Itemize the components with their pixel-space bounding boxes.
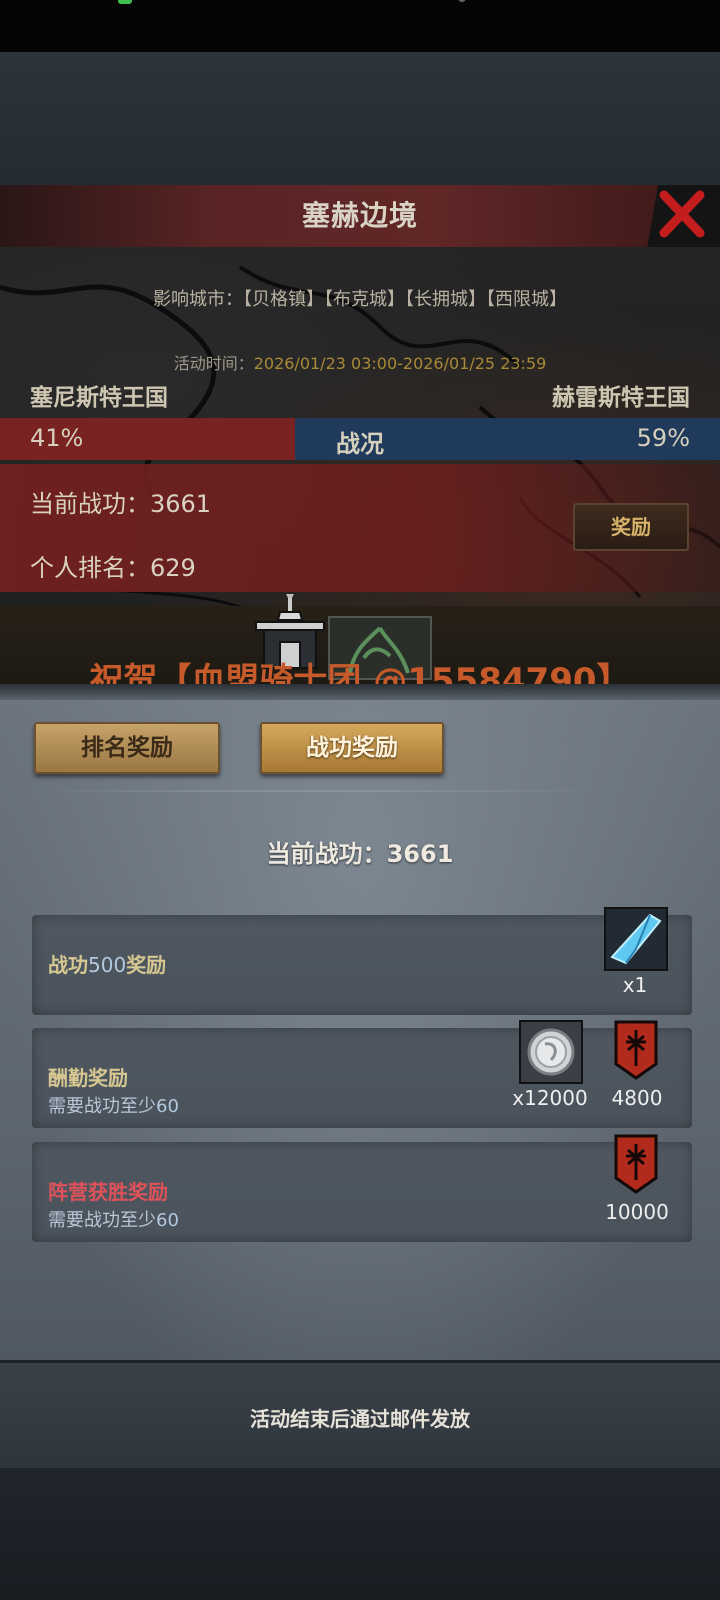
war-status-label: 战况 — [336, 430, 384, 458]
tab-merit-rewards[interactable]: 战功奖励 — [260, 722, 444, 774]
status-dot-icon — [458, 0, 466, 2]
requirement-prefix: 需要战功至少 — [48, 1096, 156, 1117]
event-time-value: 2026/01/23 03:00-2026/01/25 23:59 — [253, 354, 547, 373]
reward-row-title: 阵营获胜奖励 — [48, 1180, 168, 1204]
war-right-percent: 59% — [636, 424, 690, 452]
affected-cities: 影响城市：【贝格镇】【布克城】【长拥城】【西限城】 — [153, 289, 567, 310]
bottom-backdrop — [0, 1468, 720, 1600]
requirement-number: 60 — [156, 1096, 179, 1117]
item-count: 4800 — [611, 1086, 663, 1110]
reward-panel-edge — [0, 684, 720, 700]
tab-rank-rewards[interactable]: 排名奖励 — [34, 722, 220, 774]
close-button[interactable] — [640, 185, 720, 247]
reward-row-title: 酬勤奖励 — [48, 1066, 128, 1090]
reward-title-prefix: 战功 — [48, 953, 88, 977]
item-count: x12000 — [512, 1086, 588, 1110]
war-left-percent: 41% — [30, 424, 84, 452]
silver-coin-icon[interactable] — [519, 1020, 583, 1084]
reward-title-suffix: 奖励 — [126, 953, 167, 977]
divider — [40, 790, 600, 792]
status-bar — [0, 0, 720, 52]
red-banner-icon[interactable] — [614, 1134, 658, 1194]
reward-row-title: 战功500奖励 — [48, 949, 166, 978]
footer-note: 活动结束后通过邮件发放 — [250, 1407, 470, 1431]
reward-row-diligence: 酬勤奖励 需要战功至少60 x12000 4800 — [32, 1020, 692, 1128]
red-banner-icon[interactable] — [614, 1020, 658, 1080]
reward-button[interactable]: 奖励 — [573, 503, 689, 551]
item-count: x1 — [622, 973, 648, 997]
reward-row-requirement: 需要战功至少60 — [48, 1206, 179, 1232]
item-count: 10000 — [605, 1200, 669, 1224]
requirement-prefix: 需要战功至少 — [48, 1210, 156, 1231]
victory-banner-text: 祝贺【血盟骑士团 @15584790】 — [89, 661, 631, 686]
faction-left-name: 塞尼斯特王国 — [30, 385, 168, 411]
personal-rank-stat: 个人排名：629 — [30, 554, 196, 582]
reward-title-number: 500 — [88, 953, 127, 977]
current-merit-stat: 当前战功：3661 — [30, 490, 212, 518]
blue-crystal-icon[interactable] — [604, 907, 668, 971]
page-title: 塞赫边境 — [301, 199, 418, 232]
close-icon — [659, 190, 705, 238]
faction-right-name: 赫雷斯特王国 — [552, 385, 690, 411]
requirement-number: 60 — [156, 1210, 179, 1231]
reward-row-faction-victory: 阵营获胜奖励 需要战功至少60 10000 — [32, 1134, 692, 1242]
merit-summary: 当前战功：3661 — [266, 840, 454, 868]
event-time: 活动时间：2026/01/23 03:00-2026/01/25 23:59 — [0, 350, 720, 374]
status-indicator-icon — [118, 0, 132, 4]
event-time-label: 活动时间： — [173, 354, 254, 373]
reward-row-requirement: 需要战功至少60 — [48, 1092, 179, 1118]
reward-row-merit-500: 战功500奖励 x1 — [32, 907, 692, 1015]
